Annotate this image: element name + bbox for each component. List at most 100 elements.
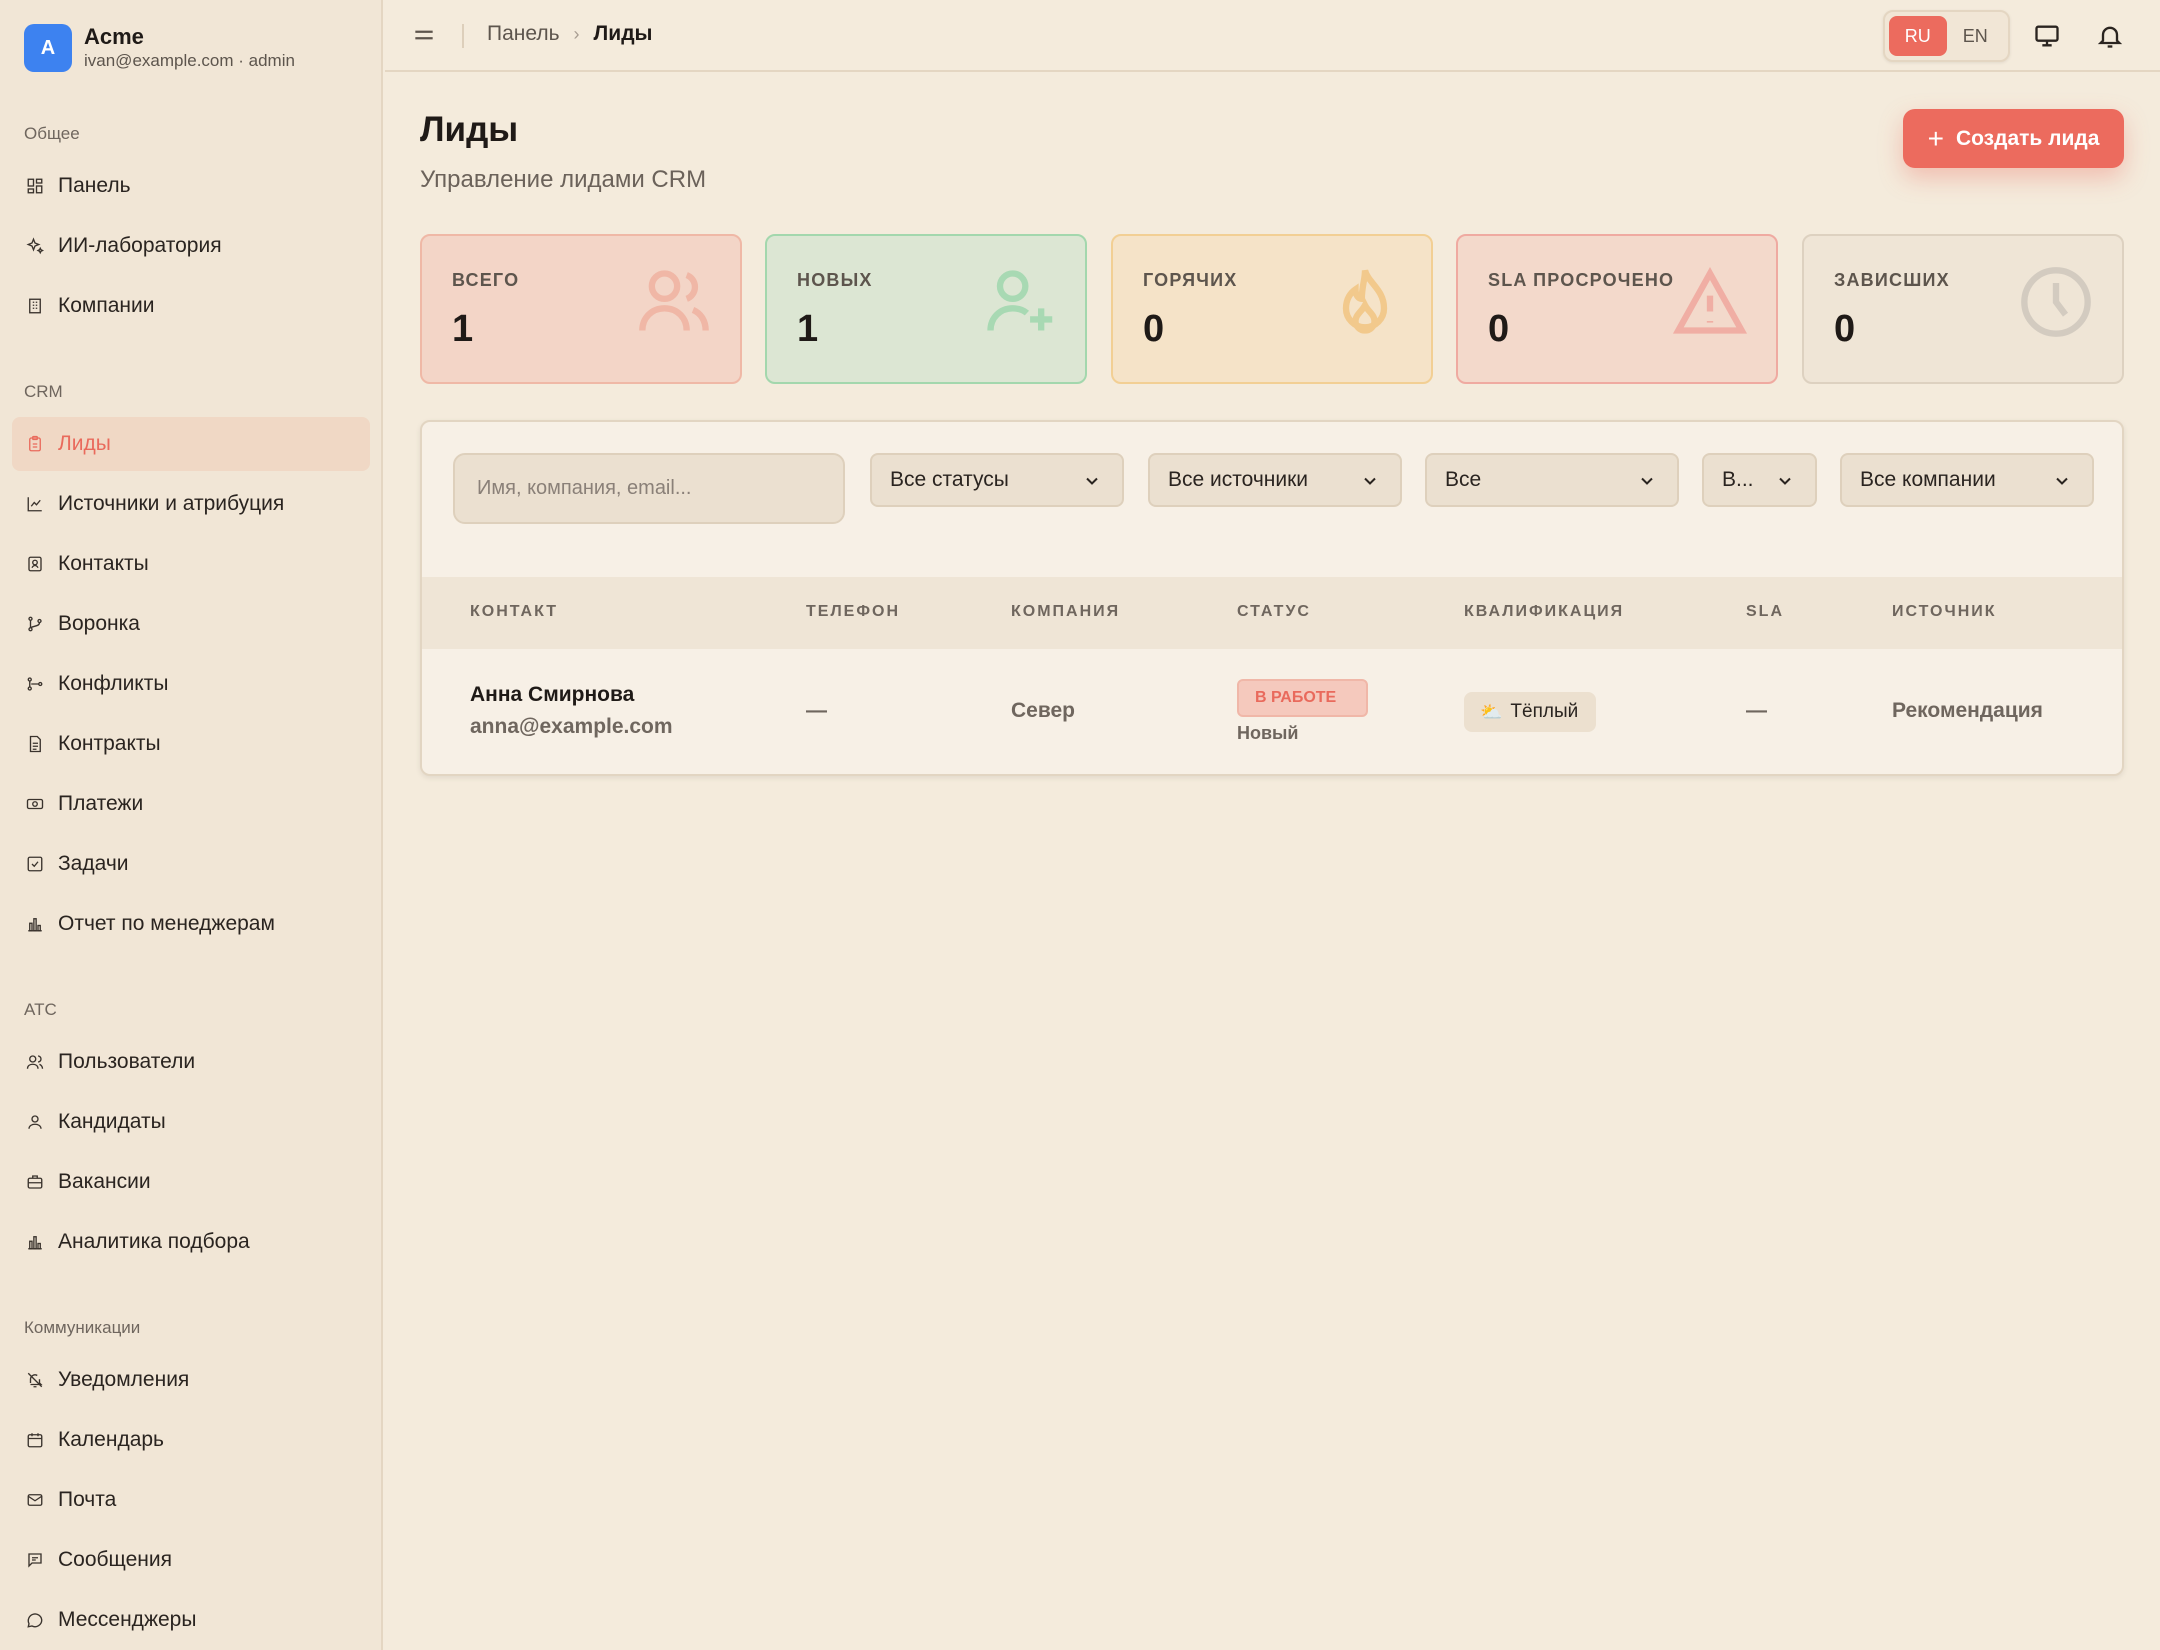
table-row[interactable]: Анна Смирнова anna@example.com — Север В… [422, 649, 2122, 774]
search-input[interactable] [453, 453, 845, 524]
sidebar-item-label: Календарь [58, 1428, 164, 1451]
stat-value: 0 [1488, 308, 1510, 350]
nav-section-atc: ATC [24, 1000, 57, 1019]
bell-off-icon [26, 1371, 44, 1389]
sidebar-item-messages[interactable]: Сообщения [12, 1533, 370, 1587]
sidebar-item-label: Задачи [58, 852, 129, 875]
git-branch-icon [26, 675, 44, 693]
sidebar-item-manager-report[interactable]: Отчет по менеджерам [12, 897, 370, 951]
page-subtitle: Управление лидами CRM [420, 166, 707, 193]
sidebar-toggle-button[interactable] [411, 22, 437, 48]
sidebar-item-label: Отчет по менеджерам [58, 912, 275, 935]
contact-name[interactable]: Анна Смирнова [470, 683, 673, 707]
qualification-filter-select[interactable]: Все [1425, 453, 1679, 507]
sidebar-item-funnel[interactable]: Воронка [12, 597, 370, 651]
source-cell: Рекомендация [1892, 699, 2043, 722]
sidebar-item-contracts[interactable]: Контракты [12, 717, 370, 771]
users-icon [636, 264, 712, 340]
funnel-icon [26, 615, 44, 633]
monitor-button[interactable] [2033, 22, 2061, 50]
sidebar-item-companies[interactable]: Компании [12, 279, 370, 333]
brand[interactable]: A Acme ivan@example.com · admin [24, 24, 295, 72]
topbar-divider [462, 24, 464, 48]
column-header-company[interactable]: КОМПАНИЯ [1011, 603, 1120, 621]
breadcrumb: Панель › Лиды [487, 22, 652, 46]
sla-filter-select[interactable]: В... [1702, 453, 1817, 507]
status-filter-select[interactable]: Все статусы [870, 453, 1124, 507]
sidebar-item-label: Конфликты [58, 672, 169, 695]
breadcrumb-dashboard-link[interactable]: Панель [487, 22, 560, 46]
sidebar-item-candidates[interactable]: Кандидаты [12, 1095, 370, 1149]
column-header-qualification[interactable]: КВАЛИФИКАЦИЯ [1464, 603, 1624, 621]
language-en-button[interactable]: EN [1947, 16, 2005, 56]
topbar: Панель › Лиды RU EN [385, 0, 2160, 72]
sidebar-item-sources[interactable]: Источники и атрибуция [12, 477, 370, 531]
sidebar-item-users[interactable]: Пользователи [12, 1035, 370, 1089]
dashboard-icon [26, 177, 44, 195]
contact-email[interactable]: anna@example.com [470, 715, 673, 739]
stat-label: ЗАВИСШИХ [1834, 270, 1950, 290]
column-header-contact[interactable]: КОНТАКТ [470, 603, 558, 621]
leads-panel: Все статусы Все источники Все В... Все к… [420, 420, 2124, 776]
brand-account: ivan@example.com · admin [84, 51, 295, 70]
column-header-sla[interactable]: SLA [1746, 603, 1784, 621]
breadcrumb-separator: › [573, 23, 580, 44]
sidebar-item-label: Сообщения [58, 1548, 172, 1571]
sidebar-item-label: ИИ-лаборатория [58, 234, 222, 257]
message-circle-icon [26, 1611, 44, 1629]
company-filter-select[interactable]: Все компании [1840, 453, 2094, 507]
sparkles-icon [26, 237, 44, 255]
status-filter-value: Все статусы [890, 468, 1009, 491]
language-ru-button[interactable]: RU [1889, 16, 1947, 56]
sidebar-item-recruitment-analytics[interactable]: Аналитика подбора [12, 1215, 370, 1269]
create-lead-button[interactable]: + Создать лида [1903, 109, 2124, 168]
sidebar-item-messengers[interactable]: Мессенджеры [12, 1593, 370, 1647]
notifications-button[interactable] [2096, 22, 2124, 50]
language-switcher: RU EN [1883, 10, 2010, 62]
contact-cell: Анна Смирнова anna@example.com [470, 683, 673, 739]
bar-chart-icon [26, 1233, 44, 1251]
status-cell: В РАБОТЕ Новый [1237, 679, 1368, 744]
column-header-source[interactable]: ИСТОЧНИК [1892, 603, 1997, 621]
qualification-badge[interactable]: ⛅ Тёплый [1464, 692, 1597, 732]
briefcase-icon [26, 1173, 44, 1191]
sun-cloud-icon: ⛅ [1480, 701, 1503, 722]
source-filter-value: Все источники [1168, 468, 1309, 491]
calendar-icon [26, 1431, 44, 1449]
sidebar-item-label: Уведомления [58, 1368, 190, 1391]
sidebar-item-calendar[interactable]: Календарь [12, 1413, 370, 1467]
company-cell[interactable]: Север [1011, 699, 1075, 723]
plus-icon: + [1927, 122, 1944, 154]
sidebar-item-conflicts[interactable]: Конфликты [12, 657, 370, 711]
sidebar-item-dashboard[interactable]: Панель [12, 159, 370, 213]
company-filter-value: Все компании [1860, 468, 1996, 491]
sidebar-item-ai-lab[interactable]: ИИ-лаборатория [12, 219, 370, 273]
phone-cell: — [806, 699, 827, 722]
breadcrumb-current: Лиды [593, 22, 653, 45]
status-stage: Новый [1237, 723, 1299, 743]
sidebar-item-notifications[interactable]: Уведомления [12, 1353, 370, 1407]
qualification-label: Тёплый [1510, 701, 1579, 722]
sidebar-item-vacancies[interactable]: Вакансии [12, 1155, 370, 1209]
sidebar-item-payments[interactable]: Платежи [12, 777, 370, 831]
users-icon [26, 1053, 44, 1071]
column-header-phone[interactable]: ТЕЛЕФОН [806, 603, 900, 621]
user-plus-icon [981, 264, 1057, 340]
sidebar-item-tasks[interactable]: Задачи [12, 837, 370, 891]
stat-value: 0 [1143, 308, 1165, 350]
sidebar-item-label: Контракты [58, 732, 161, 755]
building-icon [26, 297, 44, 315]
bar-chart-icon [26, 915, 44, 933]
stat-card-hot: ГОРЯЧИХ 0 [1111, 234, 1433, 384]
qualification-cell: ⛅ Тёплый [1464, 692, 1597, 732]
alert-triangle-icon [1672, 264, 1748, 340]
sidebar-item-leads[interactable]: Лиды [12, 417, 370, 471]
sidebar-item-mail[interactable]: Почта [12, 1473, 370, 1527]
sidebar-item-contacts[interactable]: Контакты [12, 537, 370, 591]
source-filter-select[interactable]: Все источники [1148, 453, 1402, 507]
bell-icon [2097, 26, 2123, 48]
sidebar-item-label: Воронка [58, 612, 140, 635]
status-badge[interactable]: В РАБОТЕ [1237, 679, 1368, 717]
column-header-status[interactable]: СТАТУС [1237, 603, 1311, 621]
sla-filter-value: В... [1722, 468, 1754, 491]
